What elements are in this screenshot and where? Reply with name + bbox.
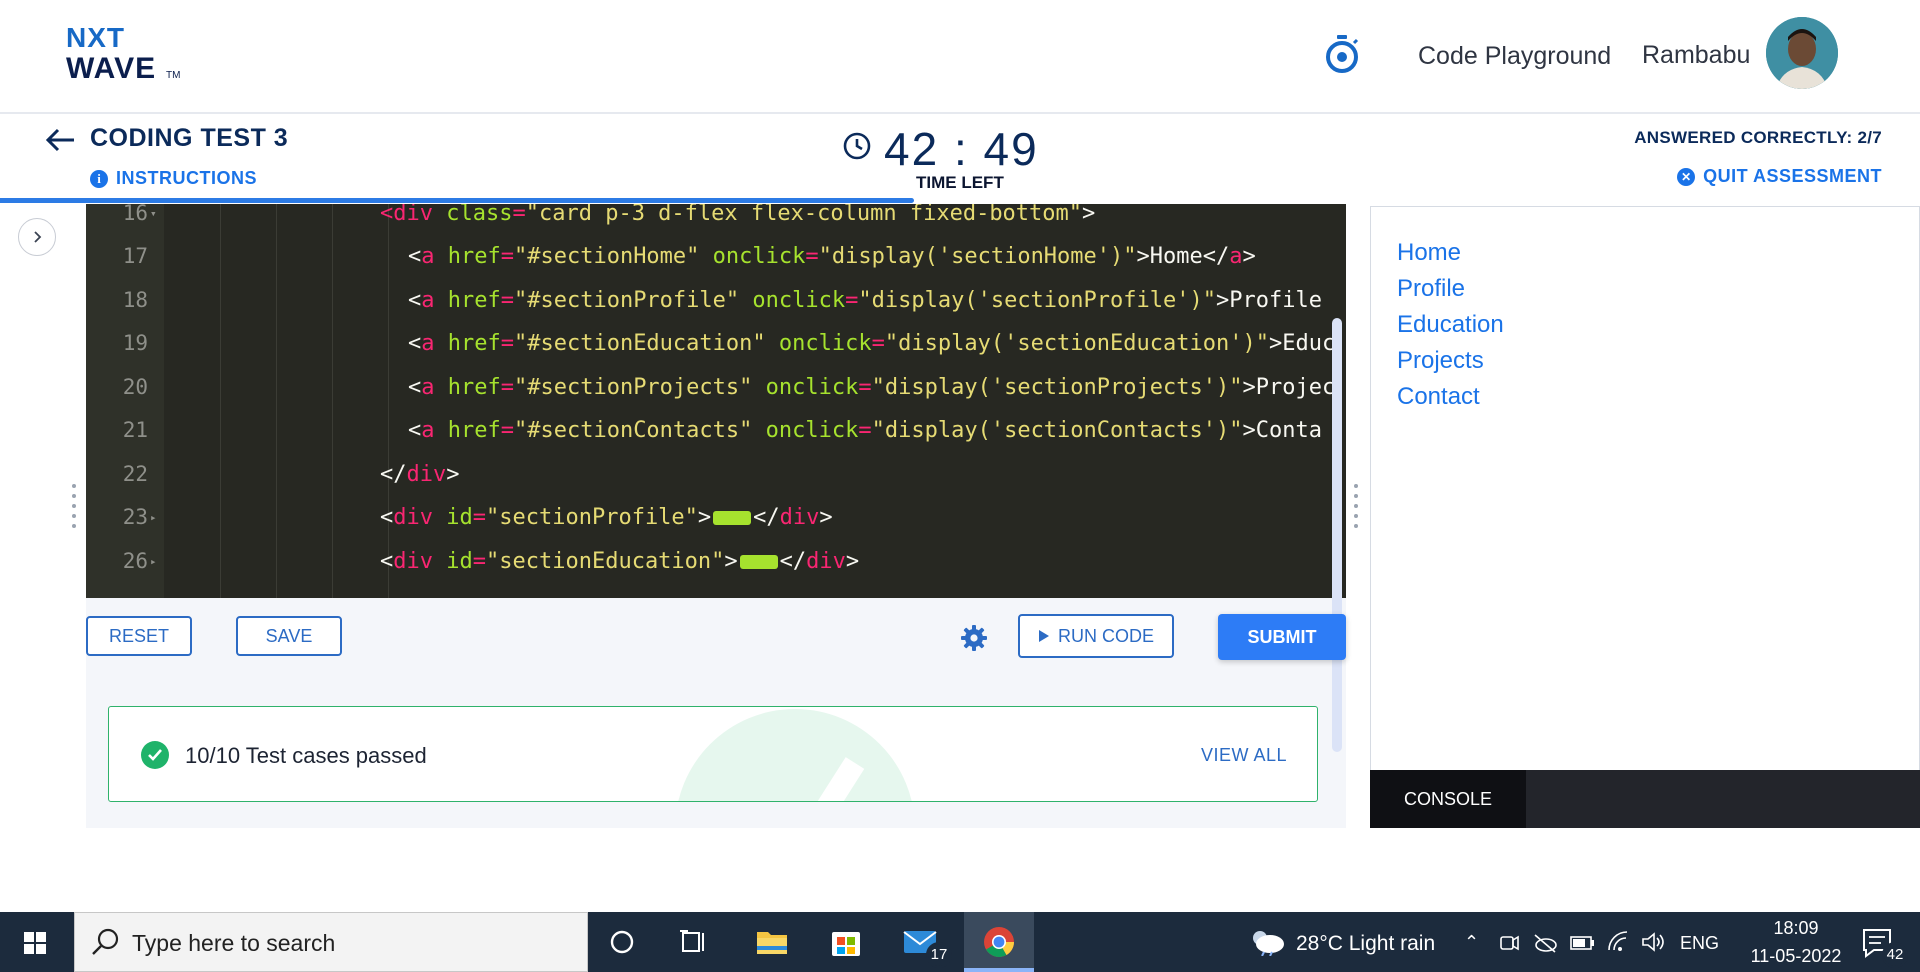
chevron-up-icon[interactable]: ⌃ <box>1464 932 1479 953</box>
code-line[interactable]: 17 <a href="#sectionHome" onclick="displ… <box>86 244 1346 288</box>
time-left-label: TIME LEFT <box>916 173 1004 192</box>
logo-trademark: TM <box>166 70 181 81</box>
microsoft-store-icon[interactable] <box>820 918 872 966</box>
back-arrow-icon[interactable] <box>44 126 76 154</box>
top-navbar <box>0 0 1920 114</box>
line-number: 16 <box>122 204 148 225</box>
wifi-icon[interactable] <box>1606 930 1632 954</box>
run-code-label: RUN CODE <box>1057 625 1154 646</box>
clock-icon <box>843 132 871 160</box>
fold-arrow-icon[interactable]: ▸ <box>150 555 157 568</box>
play-icon <box>1038 630 1049 642</box>
instructions-label: INSTRUCTIONS <box>116 168 257 188</box>
folded-code-marker[interactable] <box>739 555 778 569</box>
fold-arrow-icon[interactable]: ▸ <box>150 511 157 524</box>
editor-scrollbar[interactable] <box>1332 318 1342 752</box>
preview-link-home[interactable]: Home <box>1397 239 1461 267</box>
quit-assessment-label: QUIT ASSESSMENT <box>1703 166 1882 186</box>
preview-link-education[interactable]: Education <box>1397 311 1504 339</box>
test-result-text: 10/10 Test cases passed <box>185 743 427 768</box>
logo-text-line2: WAVE <box>66 52 157 85</box>
code-editor[interactable]: 16 ▾ <div class="card p-3 d-flex flex-co… <box>86 204 1346 598</box>
task-view-icon[interactable] <box>668 918 720 966</box>
expand-sidebar-button[interactable] <box>18 218 56 256</box>
fold-arrow-icon[interactable]: ▾ <box>150 207 157 220</box>
code-line[interactable]: 16 ▾ <div class="card p-3 d-flex flex-co… <box>86 204 1346 245</box>
volume-icon[interactable] <box>1640 930 1666 954</box>
instructions-link[interactable]: i INSTRUCTIONS <box>90 168 257 189</box>
chevron-right-icon <box>34 231 42 243</box>
run-code-button[interactable]: RUN CODE <box>1018 614 1174 658</box>
test-result-card: 10/10 Test cases passed VIEW ALL <box>108 706 1318 802</box>
line-number: 22 <box>122 462 148 486</box>
windows-start-icon[interactable] <box>14 924 56 962</box>
reset-button[interactable]: RESET <box>86 616 192 656</box>
line-number: 21 <box>122 418 148 442</box>
line-number: 18 <box>122 288 148 312</box>
nxtwave-logo[interactable]: NXT WAVE TM <box>66 22 186 86</box>
line-number: 20 <box>122 375 148 399</box>
line-number: 17 <box>122 244 148 268</box>
language-indicator[interactable]: ENG <box>1680 933 1719 954</box>
mail-badge: 17 <box>926 942 952 968</box>
code-line[interactable]: 22 </div> <box>86 462 1346 506</box>
file-explorer-icon[interactable] <box>746 918 798 966</box>
quit-assessment-button[interactable]: ✕ QUIT ASSESSMENT <box>1677 166 1882 187</box>
chrome-icon <box>973 918 1025 966</box>
view-all-link[interactable]: VIEW ALL <box>1201 745 1287 766</box>
preview-link-profile[interactable]: Profile <box>1397 275 1465 303</box>
gear-icon[interactable] <box>960 624 988 652</box>
test-progress-bar <box>0 198 914 203</box>
save-button[interactable]: SAVE <box>236 616 342 656</box>
test-title: CODING TEST 3 <box>90 124 289 152</box>
code-playground-link[interactable]: Code Playground <box>1418 42 1611 71</box>
weather-text[interactable]: 28°C Light rain <box>1296 932 1435 956</box>
code-line[interactable]: 23 ▸ <div id="sectionProfile"> </div> <box>86 505 1346 549</box>
code-line[interactable]: 20 <a href="#sectionProjects" onclick="d… <box>86 375 1346 419</box>
code-line[interactable]: 21 <a href="#sectionContacts" onclick="d… <box>86 418 1346 462</box>
close-circle-icon: ✕ <box>1677 167 1696 186</box>
folded-code-marker[interactable] <box>713 511 752 525</box>
line-number: 26 <box>122 549 148 573</box>
meet-icon[interactable] <box>1498 932 1520 954</box>
preview-link-projects[interactable]: Projects <box>1397 347 1484 375</box>
logo-text-line1: NXT <box>66 22 125 53</box>
avatar[interactable] <box>1766 17 1838 89</box>
taskbar-clock-date[interactable]: 11-05-2022 <box>1736 946 1856 967</box>
search-placeholder: Type here to search <box>132 930 336 956</box>
info-icon: i <box>90 169 108 188</box>
left-resize-handle[interactable] <box>72 484 78 528</box>
output-preview: Home Profile Education Projects Contact <box>1370 206 1920 828</box>
line-number: 19 <box>122 331 148 355</box>
submit-button[interactable]: SUBMIT <box>1218 614 1346 660</box>
cortana-icon[interactable] <box>596 918 648 966</box>
active-app-indicator <box>964 968 1034 972</box>
right-resize-handle[interactable] <box>1354 484 1360 528</box>
onedrive-icon[interactable] <box>1532 932 1558 954</box>
preview-link-contact[interactable]: Contact <box>1397 383 1480 411</box>
user-name[interactable]: Rambabu <box>1642 41 1750 70</box>
weather-cloud-icon[interactable] <box>1248 926 1286 956</box>
search-icon <box>92 928 119 955</box>
code-line[interactable]: 19 <a href="#sectionEducation" onclick="… <box>86 331 1346 375</box>
time-left-value: 42 : 49 <box>884 123 1039 175</box>
code-line[interactable]: 26 ▸ <div id="sectionEducation"> </div> <box>86 549 1346 593</box>
stopwatch-icon[interactable] <box>1324 34 1360 74</box>
console-tab[interactable]: CONSOLE <box>1370 770 1526 828</box>
battery-icon[interactable] <box>1570 934 1596 952</box>
code-line[interactable]: 18 <a href="#sectionProfile" onclick="di… <box>86 288 1346 332</box>
line-number: 23 <box>122 505 148 529</box>
taskbar-clock-time[interactable]: 18:09 <box>1762 918 1830 939</box>
success-watermark-icon <box>678 709 912 801</box>
check-circle-icon <box>141 741 169 769</box>
answered-correctly-status: ANSWERED CORRECTLY: 2/7 <box>1634 128 1882 147</box>
notification-badge: 42 <box>1882 942 1908 968</box>
